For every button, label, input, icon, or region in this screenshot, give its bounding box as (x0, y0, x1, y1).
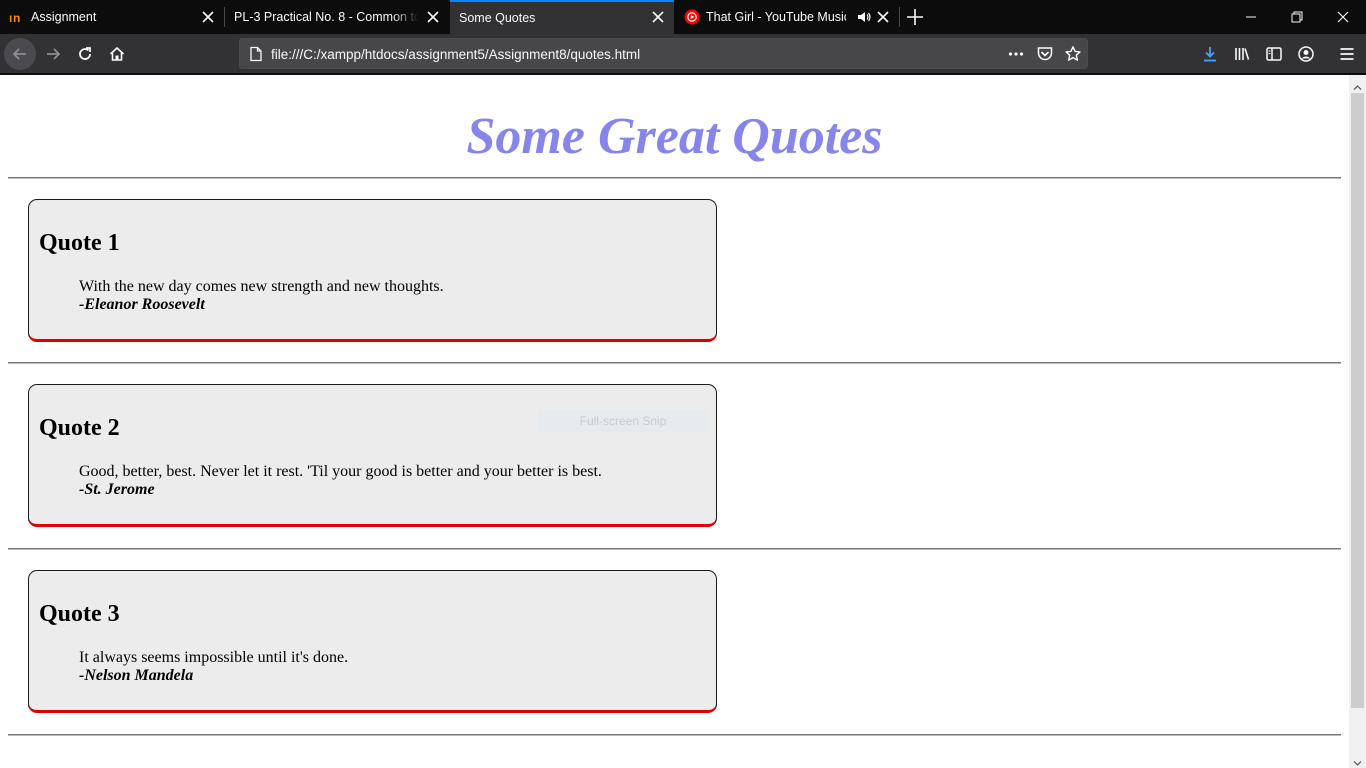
back-arrow-icon (12, 48, 26, 60)
close-window-icon[interactable] (1332, 6, 1354, 28)
quote-card: Quote 2 Good, better, best. Never let it… (28, 384, 717, 527)
tab-label: Some Quotes (459, 11, 536, 25)
quote-heading: Quote 1 (39, 230, 120, 256)
svg-text:ı: ı (9, 11, 12, 23)
quote-author: -Eleanor Roosevelt (79, 296, 205, 313)
pocket-icon[interactable] (1036, 45, 1054, 63)
close-tab-icon[interactable] (875, 9, 891, 25)
internshala-icon: ın (9, 9, 25, 25)
tab-label: That Girl - YouTube Music (706, 10, 846, 24)
horizontal-rule (8, 362, 1341, 364)
home-icon (109, 46, 125, 61)
menu-icon[interactable] (1338, 45, 1356, 63)
quote-text: It always seems impossible until it's do… (79, 649, 349, 666)
page-actions-icon[interactable] (1007, 45, 1025, 63)
scroll-down-icon[interactable] (1353, 755, 1362, 766)
close-tab-icon[interactable] (650, 9, 666, 25)
horizontal-rule (8, 548, 1341, 550)
quote-text: With the new day comes new strength and … (79, 278, 444, 295)
quote-heading: Quote 2 (39, 415, 120, 441)
account-icon[interactable] (1297, 45, 1315, 63)
tab-youtube-music[interactable]: That Girl - YouTube Music (675, 0, 899, 34)
reload-button[interactable] (69, 38, 101, 70)
tab-strip: ın Assignment PL-3 Practical No. 8 - Com… (0, 0, 1366, 34)
forward-button[interactable] (37, 38, 69, 70)
new-tab-icon[interactable] (905, 7, 925, 27)
quote-card: Quote 3 It always seems impossible until… (28, 570, 717, 713)
forward-arrow-icon (47, 48, 61, 60)
minimize-icon[interactable] (1240, 6, 1262, 28)
quote-author: -Nelson Mandela (79, 667, 194, 684)
library-icon[interactable] (1233, 45, 1251, 63)
url-bar[interactable]: file:///C:/xampp/htdocs/assignment5/Assi… (239, 38, 1088, 69)
quote-card: Quote 1 With the new day comes new stren… (28, 199, 717, 342)
tab-pl3-practical[interactable]: PL-3 Practical No. 8 - Common to All (225, 0, 449, 34)
vertical-scrollbar[interactable] (1349, 75, 1366, 768)
svg-text:n: n (13, 11, 20, 23)
horizontal-rule (8, 177, 1341, 179)
page-title: Some Great Quotes (466, 108, 883, 165)
quote-author: -St. Jerome (79, 481, 155, 498)
scroll-up-icon[interactable] (1353, 79, 1362, 90)
home-button[interactable] (101, 38, 133, 70)
restore-icon[interactable] (1286, 6, 1308, 28)
navigation-toolbar: file:///C:/xampp/htdocs/assignment5/Assi… (0, 34, 1366, 74)
tab-some-quotes[interactable]: Some Quotes (450, 0, 674, 34)
tab-label: PL-3 Practical No. 8 - Common to All (234, 10, 419, 24)
page-content: Some Great Quotes Quote 1 With the new d… (0, 75, 1366, 768)
sidebar-icon[interactable] (1265, 45, 1283, 63)
back-button[interactable] (4, 38, 36, 70)
quote-text: Good, better, best. Never let it rest. '… (79, 463, 602, 480)
close-tab-icon[interactable] (425, 9, 441, 25)
tab-separator (899, 7, 900, 27)
url-text[interactable]: file:///C:/xampp/htdocs/assignment5/Assi… (271, 47, 640, 62)
quote-heading: Quote 3 (39, 601, 120, 627)
close-tab-icon[interactable] (200, 9, 216, 25)
snip-overlay-hint: Full-screen Snip (538, 410, 708, 432)
scrollbar-thumb[interactable] (1351, 93, 1364, 708)
downloads-icon[interactable] (1201, 45, 1219, 63)
youtube-music-icon (684, 9, 700, 25)
page-icon[interactable] (248, 46, 264, 62)
tab-label: Assignment (31, 10, 97, 24)
bookmark-star-icon[interactable] (1064, 45, 1082, 63)
speaker-icon[interactable] (856, 9, 872, 25)
reload-icon (79, 47, 91, 60)
tab-assignment[interactable]: ın Assignment (0, 0, 224, 34)
horizontal-rule (8, 734, 1341, 736)
